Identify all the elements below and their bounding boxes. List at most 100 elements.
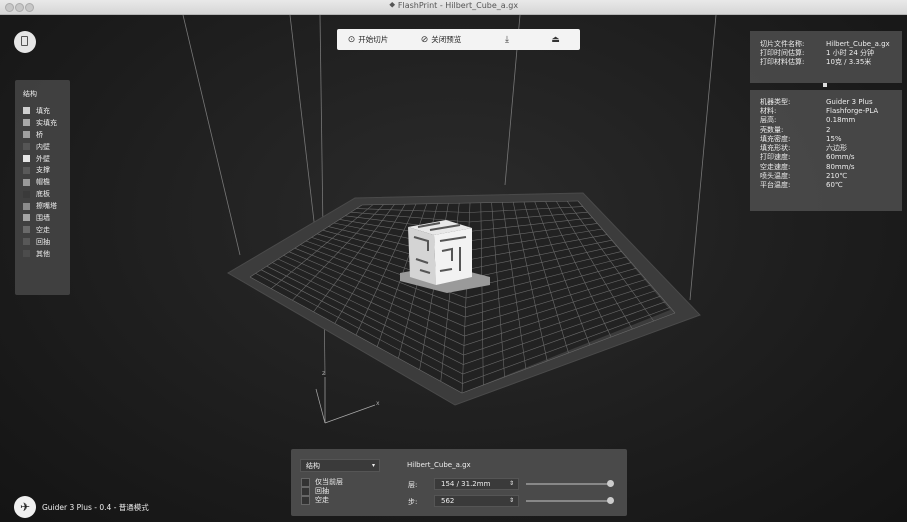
layer-slider[interactable] — [526, 480, 614, 487]
legend-item[interactable]: 其他 — [15, 248, 70, 260]
legend-item[interactable]: 内壁 — [15, 141, 70, 153]
play-circle-icon: ⊙ — [347, 34, 356, 45]
info-value: Guider 3 Plus — [826, 97, 873, 106]
axis-gizmo — [315, 377, 376, 424]
info-value: 2 — [826, 125, 831, 134]
slice-info-panel: 切片文件名称: Hilbert_Cube_a.gx 打印时间估算: 1 小时 24 分… — [750, 31, 902, 87]
legend-item-label: 其他 — [36, 249, 50, 258]
legend-item-label: 帽檐 — [36, 178, 50, 187]
legend-item[interactable]: 填充 — [15, 105, 70, 117]
legend-item[interactable]: 擦嘴塔 — [15, 200, 70, 212]
window-title: ⯁ FlashPrint - Hilbert_Cube_a.gx — [388, 1, 519, 10]
z-axis-label: z — [322, 370, 325, 377]
info-value: 60mm/s — [826, 153, 855, 162]
legend-item[interactable]: 回抽 — [15, 236, 70, 248]
info-row: 填充密度: 15% — [750, 134, 902, 143]
file-icon — [21, 36, 28, 46]
no-entry-icon: ⊘ — [420, 34, 429, 45]
travel-checkbox[interactable]: 空走 — [301, 495, 329, 505]
info-row: 填充形状: 六边形 — [750, 143, 902, 152]
info-row: 材料: Flashforge-PLA — [750, 106, 902, 115]
chevron-down-icon: ▾ — [371, 462, 375, 469]
color-swatch — [23, 131, 30, 139]
preview-toolbar: ⊙ 开始切片 ⊘ 关闭预览 ⤓ ⏏ — [337, 29, 580, 50]
color-swatch — [23, 178, 30, 186]
info-row: 切片文件名称: Hilbert_Cube_a.gx — [750, 39, 902, 48]
color-swatch — [23, 143, 30, 151]
info-row: 打印速度: 60mm/s — [750, 153, 902, 162]
file-name: Hilbert_Cube_a.gx — [407, 461, 471, 469]
legend-item-label: 外壁 — [36, 154, 50, 163]
legend-item[interactable]: 支撑 — [15, 164, 70, 176]
color-swatch — [23, 214, 30, 222]
info-value: 六边形 — [826, 144, 847, 153]
legend-item[interactable]: 帽檐 — [15, 176, 70, 188]
spin-arrows-icon: ⇕ — [508, 497, 514, 504]
color-swatch — [23, 226, 30, 234]
legend-item-label: 内壁 — [36, 142, 50, 151]
title-bar: ⯁ FlashPrint - Hilbert_Cube_a.gx — [0, 0, 907, 15]
flashforge-logo-icon: ✈ — [14, 496, 36, 518]
color-swatch — [23, 190, 30, 198]
printer-icon: ⏏ — [551, 34, 560, 45]
info-value: 60℃ — [826, 181, 843, 190]
close-preview-button[interactable]: ⊘ 关闭预览 — [399, 29, 483, 50]
color-swatch — [23, 107, 30, 115]
info-row: 打印材料估算: 10克 / 3.35米 — [750, 58, 902, 67]
color-swatch — [23, 250, 30, 258]
step-label: 步: — [408, 498, 418, 506]
step-slider[interactable] — [526, 497, 614, 504]
machine-info-panel: 机器类型: Guider 3 Plus 材料: Flashforge-PLA 层高: 0.… — [750, 90, 902, 211]
slider-handle[interactable] — [607, 497, 614, 504]
legend-item[interactable]: 空走 — [15, 224, 70, 236]
legend-item-label: 支撑 — [36, 166, 50, 175]
layer-spinbox[interactable]: 154 / 31.2mm ⇕ — [434, 478, 519, 490]
info-value: 10克 / 3.35米 — [826, 58, 872, 67]
legend-item-label: 桥 — [36, 130, 43, 139]
info-row: 打印时间估算: 1 小时 24 分钟 — [750, 48, 902, 57]
info-value: 0.18mm — [826, 116, 856, 125]
print-button[interactable]: ⏏ — [531, 29, 580, 50]
legend-item[interactable]: 外壁 — [15, 153, 70, 165]
menu-button[interactable] — [14, 31, 36, 53]
layer-label: 层: — [408, 481, 418, 489]
legend-item-label: 填充 — [36, 106, 50, 115]
legend-item-label: 底板 — [36, 190, 50, 199]
info-value: 15% — [826, 134, 842, 143]
legend-item[interactable]: 桥 — [15, 129, 70, 141]
legend-item-label: 空走 — [36, 225, 50, 234]
info-row: 机器类型: Guider 3 Plus — [750, 97, 902, 106]
legend-item[interactable]: 实填充 — [15, 117, 70, 129]
slider-handle[interactable] — [607, 480, 614, 487]
info-value: 210℃ — [826, 172, 848, 181]
view-mode-select[interactable]: 结构 ▾ — [300, 459, 380, 472]
cube-left — [408, 227, 436, 285]
app-icon: ⯁ — [388, 1, 396, 10]
export-button[interactable]: ⤓ — [483, 29, 531, 50]
color-swatch — [23, 238, 30, 246]
info-row: 壳数量: 2 — [750, 125, 902, 134]
legend-item-label: 回抽 — [36, 237, 50, 246]
info-key: 打印材料估算: — [760, 58, 805, 67]
info-value: Hilbert_Cube_a.gx — [826, 39, 890, 48]
layer-control-panel: 结构 ▾ 仅当前层 回抽 空走 Hilbert_Cube_a.gx 层: 154… — [291, 449, 627, 516]
x-axis-label: x — [376, 400, 380, 407]
info-key: 平台温度: — [760, 181, 791, 190]
info-row: 喷头温度: 210℃ — [750, 171, 902, 180]
info-row: 空走速度: 80mm/s — [750, 162, 902, 171]
structure-legend: 结构 填充 实填充桥内壁 外壁 支撑 帽檐 底板 擦嘴塔 围墙 空走 回抽 其他 — [15, 80, 70, 295]
start-slice-button[interactable]: ⊙ 开始切片 — [337, 29, 399, 50]
legend-item[interactable]: 底板 — [15, 188, 70, 200]
machine-status-text: Guider 3 Plus - 0.4 - 普通模式 — [42, 502, 149, 512]
panel-pointer — [823, 83, 827, 87]
color-swatch — [23, 166, 30, 174]
step-spinbox[interactable]: 562 ⇕ — [434, 495, 519, 507]
info-value: Flashforge-PLA — [826, 106, 879, 115]
color-swatch — [23, 155, 30, 162]
status-bar: ✈ Guider 3 Plus - 0.4 - 普通模式 — [14, 496, 149, 518]
info-value: 80mm/s — [826, 162, 855, 171]
color-swatch — [23, 119, 30, 127]
legend-item[interactable]: 围墙 — [15, 212, 70, 224]
legend-item-label: 围墙 — [36, 213, 50, 222]
info-row: 平台温度: 60℃ — [750, 181, 902, 190]
